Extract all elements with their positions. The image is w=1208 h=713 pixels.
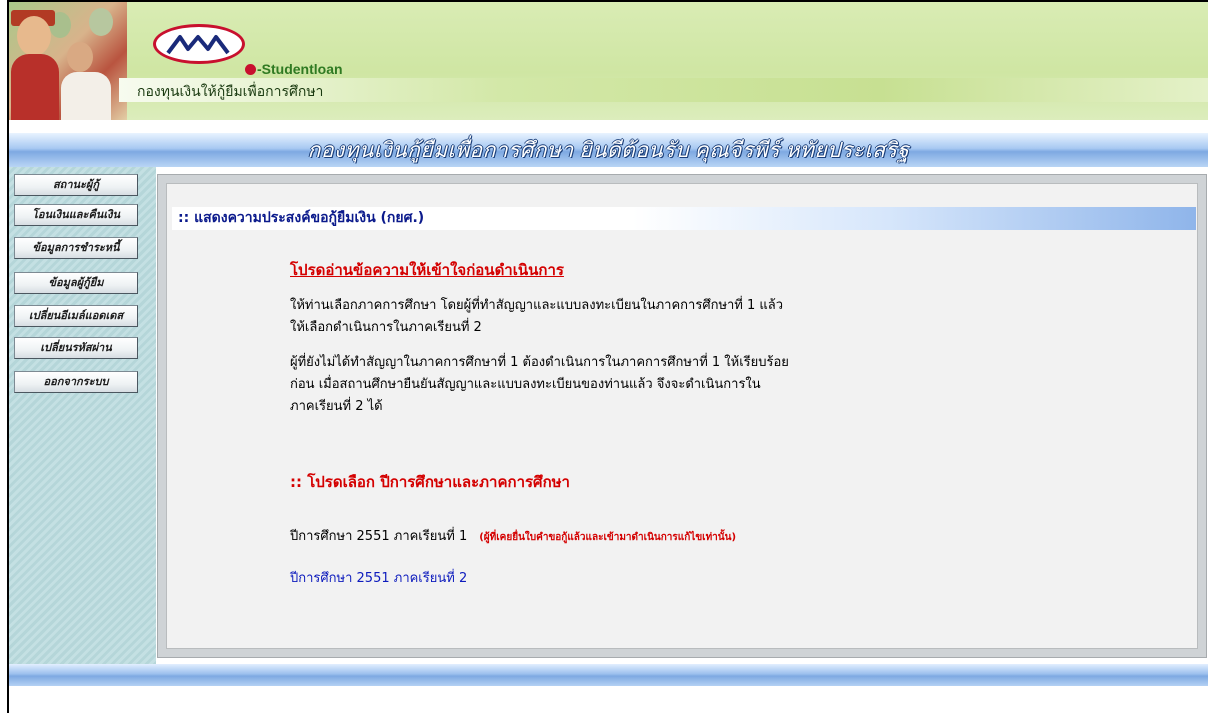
tagline: กองทุนเงินให้กู้ยืมเพื่อการศึกษา bbox=[137, 83, 324, 99]
sidebar-item-transfer-refund[interactable]: โอนเงินและคืนเงิน bbox=[14, 204, 138, 226]
paragraph-line: ก่อน เมื่อสถานศึกษายืนยันสัญญาและแบบลงทะ… bbox=[290, 377, 761, 392]
page-frame: -Studentloan กองทุนเงินให้กู้ยืมเพื่อการ… bbox=[7, 0, 1208, 713]
semester-1-note: (ผู้ที่เคยยื่นใบคำขอกู้แล้วและเข้ามาดำเน… bbox=[479, 532, 737, 543]
fund-logo bbox=[153, 24, 245, 64]
students-photo bbox=[9, 2, 127, 120]
paragraph-line: ภาคเรียนที่ 2 ได้ bbox=[290, 399, 383, 414]
sidebar-item-logout[interactable]: ออกจากระบบ bbox=[14, 371, 138, 393]
section-title: :: แสดงความประสงค์ขอกู้ยืมเงิน (กยศ.) bbox=[178, 210, 425, 226]
notice-paragraph-1: ให้ท่านเลือกภาคการศึกษา โดยผู้ที่ทำสัญญา… bbox=[290, 295, 783, 339]
welcome-message: กองทุนเงินกู้ยืมเพื่อการศึกษา ยินดีต้อนร… bbox=[307, 138, 910, 162]
sidebar-item-loan-status[interactable]: สถานะผู้กู้ bbox=[14, 174, 138, 196]
brand-name: -Studentloan bbox=[245, 61, 343, 77]
sidebar: สถานะผู้กู้ โอนเงินและคืนเงิน ข้อมูลการช… bbox=[9, 167, 156, 664]
brand-text: -Studentloan bbox=[257, 61, 343, 77]
paragraph-line: ให้เลือกดำเนินการในภาคเรียนที่ 2 bbox=[290, 320, 482, 335]
select-semester-heading: :: โปรดเลือก ปีการศึกษาและภาคการศึกษา bbox=[290, 473, 570, 491]
sidebar-item-change-email[interactable]: เปลี่ยนอีเมล์แอดเดส bbox=[14, 305, 138, 327]
paragraph-line: ให้ท่านเลือกภาคการศึกษา โดยผู้ที่ทำสัญญา… bbox=[290, 298, 784, 313]
content-panel: :: แสดงความประสงค์ขอกู้ยืมเงิน (กยศ.) โป… bbox=[157, 174, 1207, 658]
sidebar-item-borrower-info[interactable]: ข้อมูลผู้กู้ยืม bbox=[14, 272, 138, 294]
semester-1-option[interactable]: ปีการศึกษา 2551 ภาคเรียนที่ 1 (ผู้ที่เคยย… bbox=[290, 525, 736, 546]
brand-mark-icon bbox=[245, 64, 256, 75]
semester-1-label: ปีการศึกษา 2551 ภาคเรียนที่ 1 bbox=[290, 529, 468, 544]
notice-heading: โปรดอ่านข้อความให้เข้าใจก่อนดำเนินการ bbox=[290, 261, 564, 279]
semester-2-link[interactable]: ปีการศึกษา 2551 ภาคเรียนที่ 2 bbox=[290, 567, 467, 588]
sidebar-item-repayment-info[interactable]: ข้อมูลการชำระหนี้ bbox=[14, 237, 138, 259]
sidebar-item-change-password[interactable]: เปลี่ยนรหัสผ่าน bbox=[14, 337, 138, 359]
section-header: :: แสดงความประสงค์ขอกู้ยืมเงิน (กยศ.) bbox=[172, 207, 1196, 230]
header-banner: -Studentloan กองทุนเงินให้กู้ยืมเพื่อการ… bbox=[9, 2, 1208, 120]
paragraph-line: ผู้ที่ยังไม่ได้ทำสัญญาในภาคการศึกษาที่ 1… bbox=[290, 355, 789, 370]
footer-bar bbox=[9, 664, 1208, 686]
welcome-bar: กองทุนเงินกู้ยืมเพื่อการศึกษา ยินดีต้อนร… bbox=[9, 133, 1208, 167]
content-area: :: แสดงความประสงค์ขอกู้ยืมเงิน (กยศ.) โป… bbox=[166, 183, 1198, 649]
notice-paragraph-2: ผู้ที่ยังไม่ได้ทำสัญญาในภาคการศึกษาที่ 1… bbox=[290, 352, 789, 418]
